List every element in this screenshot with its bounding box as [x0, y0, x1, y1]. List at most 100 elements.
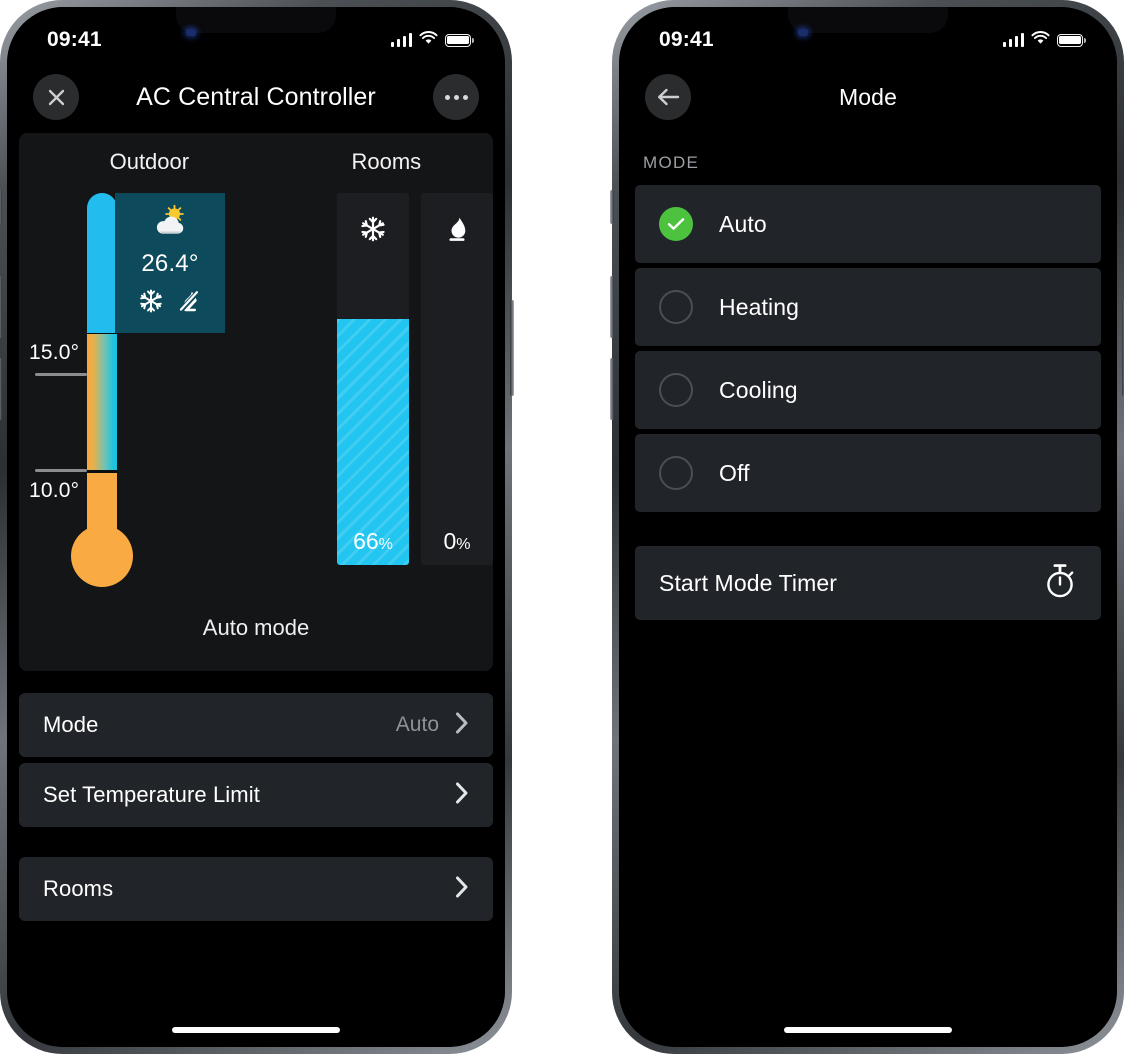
row-set-temperature-limit[interactable]: Set Temperature Limit — [19, 763, 493, 827]
mode-option-off[interactable]: Off — [635, 434, 1101, 512]
outdoor-header: Outdoor — [109, 149, 190, 174]
room-bar-heating[interactable]: 0% — [421, 193, 493, 565]
status-bar-time: 09:41 — [659, 28, 714, 51]
status-bar-indicators — [1002, 30, 1086, 50]
row-rooms[interactable]: Rooms — [19, 857, 493, 921]
start-mode-timer-row[interactable]: Start Mode Timer — [635, 546, 1101, 620]
face-id-sensor-icon — [798, 29, 809, 36]
heating-value-unit: % — [456, 536, 471, 553]
cellular-signal-icon — [390, 33, 412, 47]
heating-value-number: 0 — [443, 528, 457, 554]
mode-option-cooling-label: Cooling — [719, 376, 798, 403]
card-mode-label: Auto mode — [202, 615, 310, 640]
radio-empty-icon — [659, 456, 693, 490]
snowflake-icon — [337, 215, 409, 243]
notch — [788, 7, 948, 33]
chevron-right-icon — [455, 876, 469, 903]
cellular-signal-icon — [1002, 33, 1024, 47]
thermometer-gradient-segment — [87, 334, 117, 470]
mode-option-auto-label: Auto — [719, 210, 767, 237]
outdoor-temperature: 26.4° — [141, 250, 199, 277]
status-bar-time: 09:41 — [47, 28, 102, 51]
back-arrow-icon[interactable] — [645, 74, 691, 120]
mode-section-label: MODE — [643, 153, 700, 172]
wifi-icon — [1031, 30, 1050, 50]
mode-option-heating[interactable]: Heating — [635, 268, 1101, 346]
mode-option-off-label: Off — [719, 459, 750, 486]
ac-controller-screen: 09:41 AC Central Controller Outdoor Room… — [7, 7, 505, 1047]
wifi-icon — [419, 30, 438, 50]
flame-slashed-icon — [176, 288, 202, 319]
row-mode[interactable]: Mode Auto — [19, 693, 493, 757]
flame-icon — [421, 215, 493, 243]
battery-full-icon — [1057, 33, 1086, 47]
volume-down-button[interactable] — [610, 358, 614, 420]
mode-option-cooling[interactable]: Cooling — [635, 351, 1101, 429]
climate-overview-card: Outdoor Rooms 15.0° 10.0° 26.4° 66% 0% A… — [19, 133, 493, 671]
start-mode-timer-label: Start Mode Timer — [659, 569, 837, 596]
upper-tick-line — [35, 373, 87, 376]
volume-up-button[interactable] — [0, 276, 2, 338]
chevron-right-icon — [455, 782, 469, 809]
lower-tick-label: 10.0° — [29, 479, 80, 502]
room-bars-chart: 66% 0% — [309, 193, 493, 565]
row-mode-value: Auto — [395, 713, 439, 736]
status-bar-indicators — [390, 30, 474, 50]
silent-switch[interactable] — [610, 190, 614, 224]
row-rooms-label: Rooms — [43, 876, 114, 901]
mode-options-list: Auto Heating Cooling Off — [631, 185, 1105, 512]
home-indicator[interactable] — [784, 1027, 952, 1033]
right-content: MODE Auto Heating Cooling Off Start Mode… — [619, 133, 1117, 620]
page-title: Mode — [839, 83, 897, 110]
chevron-right-icon — [455, 712, 469, 739]
power-button[interactable] — [510, 300, 514, 396]
screenshot-stage: 09:41 AC Central Controller Outdoor Room… — [0, 0, 1124, 1061]
snowflake-icon — [138, 288, 164, 319]
room-bar-heating-value: 0% — [421, 528, 493, 555]
room-bar-cooling-value: 66% — [337, 528, 409, 555]
right-nav-bar: Mode — [619, 61, 1117, 133]
rooms-header: Rooms — [351, 149, 422, 174]
volume-up-button[interactable] — [610, 276, 614, 338]
card-headers: Outdoor Rooms — [19, 149, 493, 179]
battery-full-icon — [445, 33, 474, 47]
row-set-temperature-limit-label: Set Temperature Limit — [43, 782, 260, 807]
outdoor-weather-badge: 26.4° — [115, 193, 225, 333]
climate-graph: 15.0° 10.0° 26.4° 66% 0% — [19, 193, 493, 593]
rows-divider — [19, 833, 493, 857]
left-content: Outdoor Rooms 15.0° 10.0° 26.4° 66% 0% A… — [7, 133, 505, 921]
left-phone-device: 09:41 AC Central Controller Outdoor Room… — [0, 0, 514, 1054]
settings-rows: Mode Auto Set Temperature Limit Rooms — [19, 693, 493, 921]
upper-tick-label: 15.0° — [29, 341, 80, 364]
cooling-value-unit: % — [378, 536, 393, 553]
room-bar-cooling[interactable]: 66% — [337, 193, 409, 565]
mode-option-heating-label: Heating — [719, 293, 799, 320]
left-phone-bezel: 09:41 AC Central Controller Outdoor Room… — [7, 7, 505, 1047]
face-id-sensor-icon — [186, 29, 197, 36]
badge-mode-icons — [138, 288, 202, 319]
volume-down-button[interactable] — [0, 358, 2, 420]
sun-behind-cloud-icon — [150, 204, 190, 240]
check-circle-icon — [659, 207, 693, 241]
thermometer-bulb — [71, 525, 133, 587]
left-nav-bar: AC Central Controller — [7, 61, 505, 133]
row-mode-label: Mode — [43, 712, 99, 737]
thermometer-cold-segment — [87, 193, 117, 333]
stopwatch-icon — [1043, 563, 1077, 604]
silent-switch[interactable] — [0, 190, 2, 224]
lower-tick-line — [35, 469, 87, 472]
cooling-value-number: 66 — [353, 528, 379, 554]
mode-option-auto[interactable]: Auto — [635, 185, 1101, 263]
page-title: AC Central Controller — [136, 82, 376, 111]
thermometer-gauge — [71, 193, 133, 593]
right-phone-bezel: 09:41 Mode MODE Auto Heating Cooling Off… — [619, 7, 1117, 1047]
more-options-icon[interactable] — [433, 74, 479, 120]
radio-empty-icon — [659, 290, 693, 324]
home-indicator[interactable] — [172, 1027, 340, 1033]
mode-selection-screen: 09:41 Mode MODE Auto Heating Cooling Off… — [619, 7, 1117, 1047]
radio-empty-icon — [659, 373, 693, 407]
notch — [176, 7, 336, 33]
close-icon[interactable] — [33, 74, 79, 120]
right-phone-device: 09:41 Mode MODE Auto Heating Cooling Off… — [610, 0, 1124, 1054]
